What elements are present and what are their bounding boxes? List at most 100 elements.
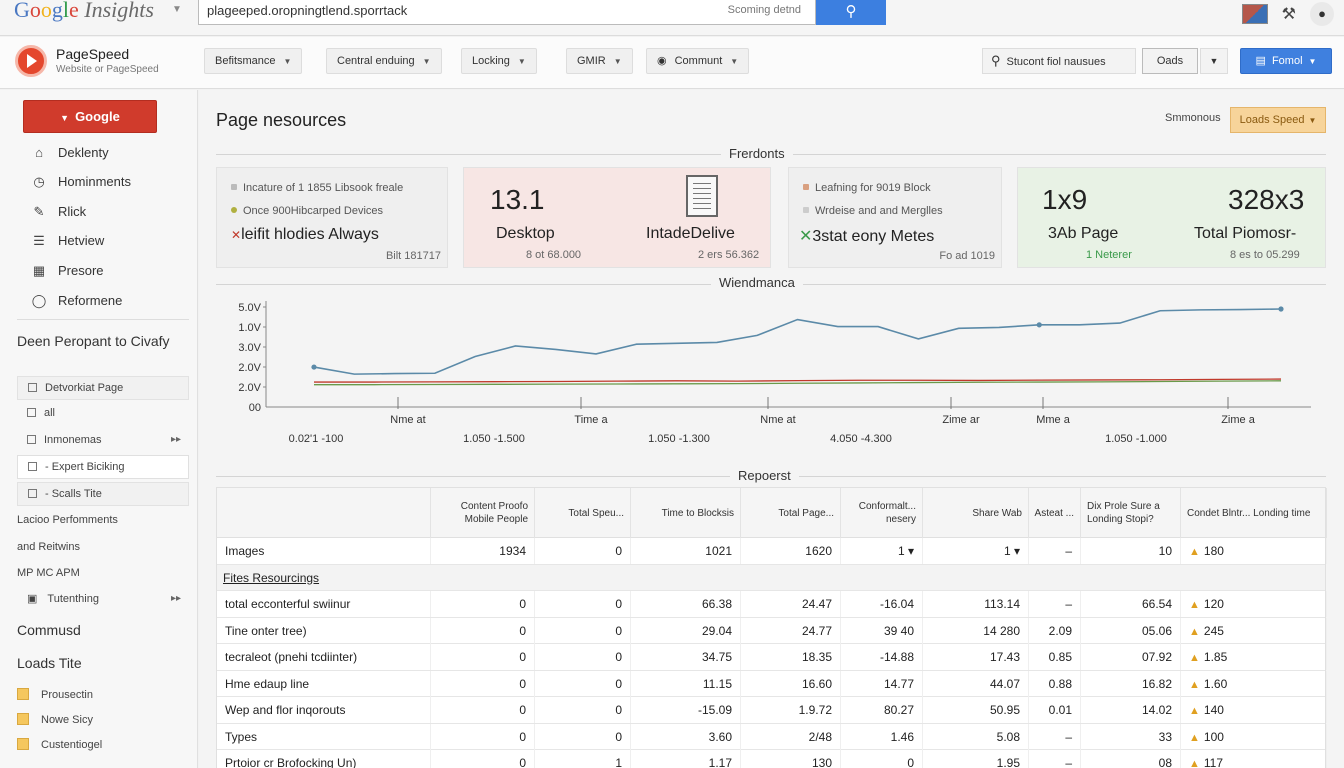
sidebar-note[interactable]: Prousectin <box>17 688 93 701</box>
x-tick-label: Zime a <box>1221 414 1256 426</box>
logo-caret-icon[interactable]: ▼ <box>172 4 182 15</box>
summary-card-2[interactable]: 13.1 Desktop IntadeDelive 8 ot 68.000 2 … <box>463 167 771 268</box>
column-header[interactable]: Dix Prole Sure a Londing Stopi? <box>1081 488 1181 538</box>
table-cell: 0.88 <box>1029 670 1081 697</box>
search-button[interactable]: ⚲ <box>816 0 886 25</box>
table-row[interactable]: Wep and flor inqorouts 0 0 -15.09 1.9.72 80.2… <box>217 697 1327 724</box>
table-row[interactable]: Types 0 0 3.60 2/48 1.46 5.08–33 ▲ 100 <box>217 723 1327 750</box>
loads-dropdown-caret[interactable]: ▼ <box>1200 48 1228 74</box>
tools-icon[interactable]: ⚒ <box>1282 4 1296 24</box>
x-range-label: 1.050 -1.000 <box>1105 433 1167 445</box>
table-cell: -16.04 <box>841 591 923 617</box>
table-row[interactable]: total ecconterful swiinur 0 0 66.38 24.47 -16… <box>217 591 1327 618</box>
table-cell: 66.54 <box>1081 591 1181 617</box>
google-button[interactable]: ▼ Google <box>23 100 157 133</box>
table-body: Images 1934 0 1021 1620 1 ▾ 1 ▾ –10 ▲ 180 Fites Re… <box>217 538 1327 768</box>
sidebar-item-hetview[interactable]: ☰ Hetview <box>30 233 104 249</box>
table-cell: ▲ 117 <box>1181 750 1327 768</box>
table-cell: 0 <box>431 591 535 617</box>
google-insights-logo[interactable]: Google Insights <box>14 0 154 23</box>
checkbox-icon[interactable] <box>27 408 36 417</box>
search-query[interactable]: plageeped.oropningtlend.sporrtack <box>207 3 407 18</box>
checkbox-icon[interactable] <box>27 435 36 444</box>
table-cell: ▲ 1.60 <box>1181 670 1327 697</box>
column-header[interactable] <box>217 488 431 538</box>
table-cell: 1 ▾ <box>841 538 923 564</box>
cell-value: 100 <box>1203 729 1224 744</box>
table-cell: 1.17 <box>631 750 741 768</box>
primary-action-button[interactable]: ▤ Fomol ▼ <box>1240 48 1332 74</box>
sidebar-item-reformene[interactable]: ◯ Reformene <box>30 293 123 309</box>
column-header[interactable]: Share Wab <box>923 488 1029 538</box>
summary-card-4[interactable]: 1x9 328x3 3Ab Page Total Piomosr- 1 Nete… <box>1017 167 1326 268</box>
series-point[interactable] <box>311 364 317 370</box>
column-header[interactable]: Total Speu... <box>535 488 631 538</box>
header-search[interactable]: ⚲ Stucont fiol nausues <box>982 48 1136 74</box>
column-header[interactable]: Content Proofo Mobile People <box>431 488 535 538</box>
table-row[interactable]: Images 1934 0 1021 1620 1 ▾ 1 ▾ –10 ▲ 180 <box>217 538 1327 565</box>
menu-gmir[interactable]: GMIR ▼ <box>566 48 633 74</box>
table-row[interactable]: Tine onter tree) 0 0 29.04 24.77 39 40 14 280 2… <box>217 617 1327 644</box>
sidebar-filter[interactable]: - Scalls Tite <box>17 482 189 506</box>
column-header[interactable]: Time to Blocksis <box>631 488 741 538</box>
sidebar-filter[interactable]: all <box>17 402 189 426</box>
sidebar-link[interactable]: and Reitwins <box>17 541 80 553</box>
pagespeed-logo-icon <box>15 45 47 77</box>
table-header: Content Proofo Mobile People Total Speu..… <box>217 488 1327 538</box>
sidebar-filter[interactable]: Detvorkiat Page <box>17 376 189 400</box>
table-cell: 1 <box>535 750 631 768</box>
menu-locking[interactable]: Locking ▼ <box>461 48 537 74</box>
loads-button[interactable]: Oads <box>1142 48 1198 74</box>
table-cell: 113.14 <box>923 591 1029 617</box>
column-header[interactable]: Condet Blntr... Londing time <box>1181 488 1327 538</box>
table-row[interactable]: Hme edaup line 0 0 11.15 16.60 14.77 44.07 0.88… <box>217 670 1327 697</box>
sidebar-filter-active[interactable]: - Expert Biciking <box>17 455 189 479</box>
table-group-row[interactable]: Fites Resourcings <box>217 564 1325 591</box>
group-label[interactable]: Fites Resourcings <box>217 565 617 591</box>
table-cell: ▲ 120 <box>1181 591 1327 617</box>
sort-dropdown[interactable]: Loads Speed ▼ <box>1230 107 1326 133</box>
card-headline: ✕leifit hlodies Always <box>231 226 379 243</box>
sidebar-link[interactable]: Lacioo Perfomments <box>17 514 118 526</box>
cell-value: 1.60 <box>1203 676 1228 691</box>
sidebar-item-deklenty[interactable]: ⌂ Deklenty <box>30 145 109 160</box>
table-row[interactable]: Prtoior cr Brofocking Un) 0 1 1.17 130 0 1.95–… <box>217 750 1327 768</box>
table-cell: 16.60 <box>741 670 841 697</box>
app-title: PageSpeed <box>56 46 130 62</box>
table-cell: 1021 <box>631 538 741 564</box>
sidebar-note[interactable]: Nowe Sicy <box>17 713 93 726</box>
checkbox-icon[interactable] <box>28 489 37 498</box>
column-header[interactable]: Total Page... <box>741 488 841 538</box>
summary-card-3[interactable]: Leafning for 9019 Block Wrdeise and and … <box>788 167 1002 268</box>
table-cell: 2.09 <box>1029 617 1081 644</box>
series-point[interactable] <box>1036 322 1042 328</box>
column-header[interactable]: Conformalt... nesery <box>841 488 923 538</box>
document-icon <box>686 175 718 217</box>
apps-tile-icon[interactable] <box>1241 4 1268 24</box>
menu-central[interactable]: Central enduing ▼ <box>326 48 442 74</box>
sidebar-item-rlick[interactable]: ✎ Rlick <box>30 204 87 220</box>
menu-comment[interactable]: ◉ Communt ▼ <box>646 48 750 74</box>
chart-series <box>311 306 1284 386</box>
checkbox-icon[interactable] <box>28 383 37 392</box>
app-header: PageSpeed Website or PageSpeed Befitsman… <box>0 37 1344 89</box>
sidebar-link[interactable]: MP MC APM <box>17 567 80 579</box>
table-cell: 0 <box>431 644 535 670</box>
search-input[interactable]: plageeped.oropningtlend.sporrtack Scomin… <box>198 0 816 25</box>
sidebar-filter[interactable]: Inmonemas ▸▸ <box>17 429 189 453</box>
column-header[interactable]: Asteat ... <box>1029 488 1081 538</box>
sidebar-item-presore[interactable]: ▦ Presore <box>30 263 104 279</box>
expand-arrows-icon[interactable]: ▸▸ <box>171 588 181 610</box>
account-icon[interactable]: ● <box>1310 2 1334 26</box>
chart-grid <box>263 301 1311 409</box>
checkbox-icon[interactable] <box>28 462 37 471</box>
table-row[interactable]: tecraleot (pnehi tcdiinter) 0 0 34.75 18.35-… <box>217 644 1327 671</box>
expand-arrows-icon[interactable]: ▸▸ <box>171 429 181 451</box>
sidebar-item-tutoring[interactable]: ▣ Tutenthing ▸▸ <box>17 588 189 612</box>
menu-performance[interactable]: Befitsmance ▼ <box>204 48 303 74</box>
sidebar-note[interactable]: Custentiogel <box>17 738 102 751</box>
sidebar-item-hominments[interactable]: ◷ Hominments <box>30 174 131 190</box>
series-point[interactable] <box>1278 306 1284 312</box>
summary-card-1[interactable]: Incature of 1 1855 Libsook freale Once 9… <box>216 167 448 268</box>
top-icons: ⚒ ● <box>1241 2 1334 26</box>
